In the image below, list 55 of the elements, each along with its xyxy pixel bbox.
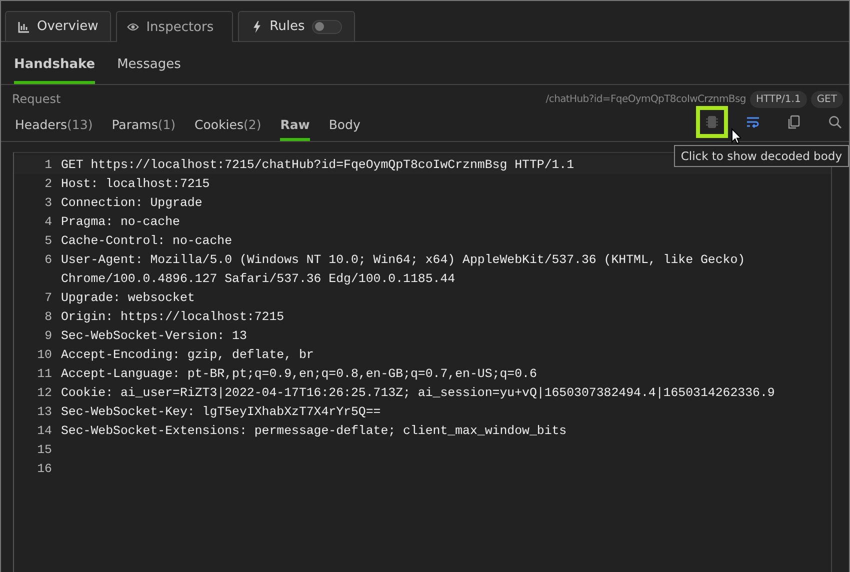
view-tab[interactable]: Raw [280,117,310,141]
toggle-switch[interactable] [312,20,342,34]
code-line: Host: localhost:7215 [61,176,210,190]
mouse-cursor-icon [731,128,741,144]
code-line: Accept-Language: pt-BR,pt;q=0.9,en;q=0.8,en-GB;q=0.7,en-US;q=0.6 [61,366,537,380]
line-number: 3 [44,196,52,210]
bar-chart-icon [18,20,30,32]
view-tab[interactable]: Params(1) [112,117,176,141]
tooltip: Click to show decoded body [674,145,849,167]
code-line: Pragma: no-cache [61,214,180,228]
line-number: 4 [44,214,52,228]
line-number: 9 [44,328,52,342]
line-number: 13 [37,404,52,418]
view-tab[interactable]: Body [328,117,360,141]
code-line: Sec-WebSocket-Version: 13 [61,328,247,342]
section-label: Request [12,92,62,106]
request-path: /chatHub?id=FqeOymQpT8coIwCrznmBsg [546,94,746,104]
line-number: 1 [44,158,52,172]
chip-icon [705,115,719,129]
line-number: 6 [44,252,52,266]
code-line: User-Agent: Mozilla/5.0 (Windows NT 10.0; Win64; x64) AppleWebKit/537.36 (KHTML, like Gecko) [61,252,746,266]
line-number: 2 [44,176,52,190]
code-line: Upgrade: websocket [61,290,195,304]
code-line: GET https://localhost:7215/chatHub?id=FqeOymQpT8coIwCrznmBsg HTTP/1.1 [61,158,574,172]
line-number: 5 [44,234,52,248]
code-line: Chrome/100.0.4896.127 Safari/537.36 Edg/100.0.1185.44 [61,272,456,286]
view-tab[interactable]: Cookies(2) [194,117,262,141]
code-line: Cookie: ai_user=RiZT3|2022-04-17T16:26:25.713Z; ai_session=yu+vQ|1650307382494.4|1650314262336.9 [61,386,775,400]
panel-tab[interactable]: Inspectors [116,11,233,42]
code-line: Accept-Encoding: gzip, deflate, br [61,348,314,362]
panel-tab[interactable]: Overview [5,11,112,41]
line-number: 8 [44,310,52,324]
lightning-icon [250,20,263,32]
sub-tab[interactable]: Handshake [14,57,96,84]
method-badge: GET [810,90,843,108]
code-line: Origin: https://localhost:7215 [61,310,284,324]
code-line: Connection: Upgrade [61,196,202,210]
code-line: Sec-WebSocket-Key: lgT5eyIXhabXzT7X4rYr5Q== [61,404,381,418]
line-number: 15 [37,442,52,456]
code-line: Sec-WebSocket-Extensions: permessage-deflate; client_max_window_bits [61,424,567,438]
copy-icon [787,115,801,129]
sub-tab[interactable]: Messages [117,57,181,84]
word-wrap-icon [746,115,760,129]
line-number: 14 [37,424,52,438]
line-number: 12 [37,386,52,400]
line-number: 7 [44,290,52,304]
code-line: Cache-Control: no-cache [61,234,232,248]
panel-tab[interactable]: Rules [238,11,355,41]
method-badge: HTTP/1.1 [750,90,807,108]
line-number: 11 [37,366,52,380]
view-tab[interactable]: Headers(13) [15,117,93,141]
eye-icon [127,21,140,33]
search-icon [828,115,842,129]
line-number: 16 [37,462,52,476]
line-number: 10 [37,348,52,362]
